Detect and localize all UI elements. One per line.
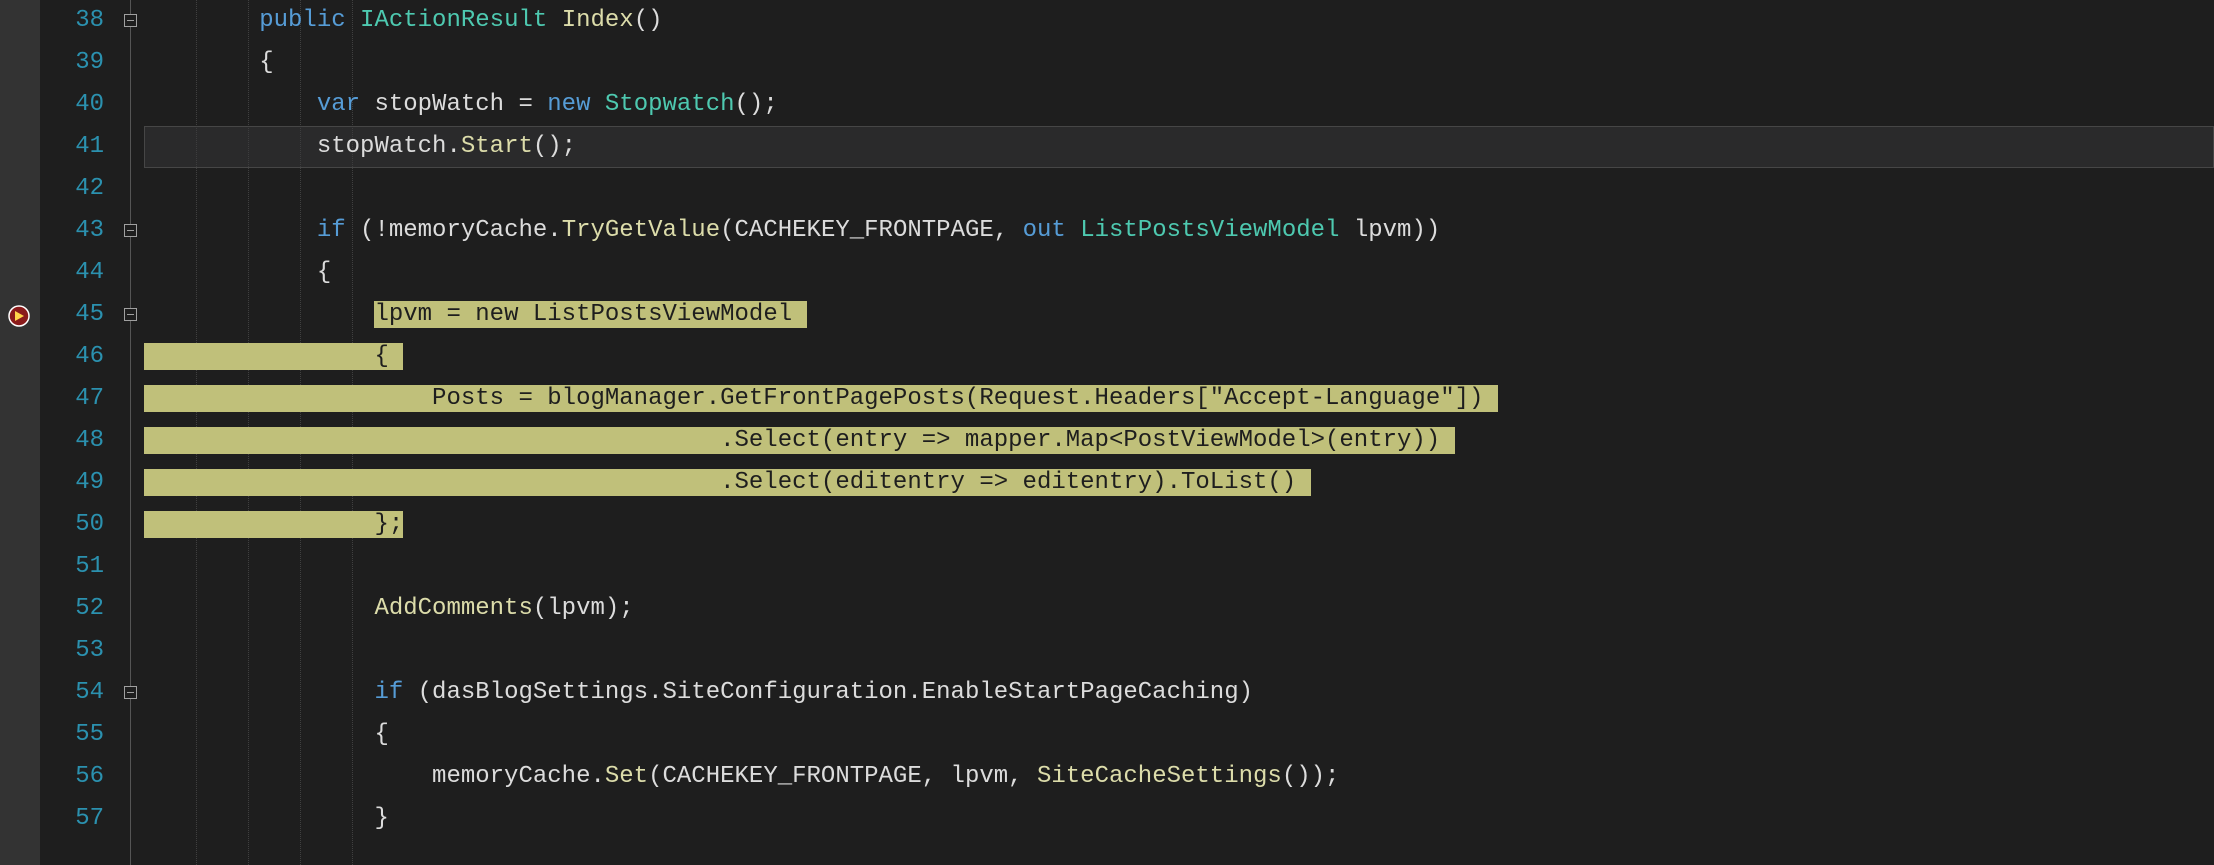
fold-gutter[interactable] [118,0,144,865]
line-number: 50 [40,504,104,546]
line-number: 52 [40,588,104,630]
fold-toggle-icon[interactable] [124,224,137,237]
line-number: 57 [40,798,104,840]
code-line[interactable]: if (dasBlogSettings.SiteConfiguration.En… [144,672,2214,714]
fold-toggle-icon[interactable] [124,308,137,321]
line-number: 51 [40,546,104,588]
code-line[interactable]: var stopWatch = new Stopwatch(); [144,84,2214,126]
code-line[interactable] [144,168,2214,210]
code-line[interactable]: .Select(entry => mapper.Map<PostViewMode… [144,420,2214,462]
line-number: 41 [40,126,104,168]
code-line[interactable] [144,630,2214,672]
line-number: 56 [40,756,104,798]
code-line[interactable] [144,546,2214,588]
code-editor[interactable]: 3839404142434445464748495051525354555657… [0,0,2214,865]
code-line[interactable]: lpvm = new ListPostsViewModel [144,294,2214,336]
line-number: 55 [40,714,104,756]
line-number-gutter: 3839404142434445464748495051525354555657 [40,0,118,865]
execution-pointer-icon[interactable] [7,304,31,328]
line-number: 53 [40,630,104,672]
breakpoint-gutter[interactable] [0,0,40,865]
code-line[interactable]: { [144,42,2214,84]
code-line[interactable]: public IActionResult Index() [144,0,2214,42]
line-number: 39 [40,42,104,84]
code-line[interactable]: AddComments(lpvm); [144,588,2214,630]
fold-toggle-icon[interactable] [124,14,137,27]
fold-guide-line [130,0,131,865]
line-number: 46 [40,336,104,378]
code-line[interactable]: { [144,252,2214,294]
code-line[interactable]: stopWatch.Start(); [144,126,2214,168]
code-line[interactable]: memoryCache.Set(CACHEKEY_FRONTPAGE, lpvm… [144,756,2214,798]
line-number: 40 [40,84,104,126]
code-line[interactable]: .Select(editentry => editentry).ToList() [144,462,2214,504]
line-number: 43 [40,210,104,252]
code-line[interactable]: if (!memoryCache.TryGetValue(CACHEKEY_FR… [144,210,2214,252]
code-line[interactable]: { [144,336,2214,378]
line-number: 48 [40,420,104,462]
line-number: 38 [40,0,104,42]
code-line[interactable]: Posts = blogManager.GetFrontPagePosts(Re… [144,378,2214,420]
line-number: 49 [40,462,104,504]
line-number: 54 [40,672,104,714]
code-area[interactable]: public IActionResult Index() { var stopW… [144,0,2214,865]
code-line[interactable]: }; [144,504,2214,546]
line-number: 42 [40,168,104,210]
code-line[interactable]: { [144,714,2214,756]
code-line[interactable]: } [144,798,2214,840]
fold-toggle-icon[interactable] [124,686,137,699]
line-number: 47 [40,378,104,420]
line-number: 44 [40,252,104,294]
line-number: 45 [40,294,104,336]
